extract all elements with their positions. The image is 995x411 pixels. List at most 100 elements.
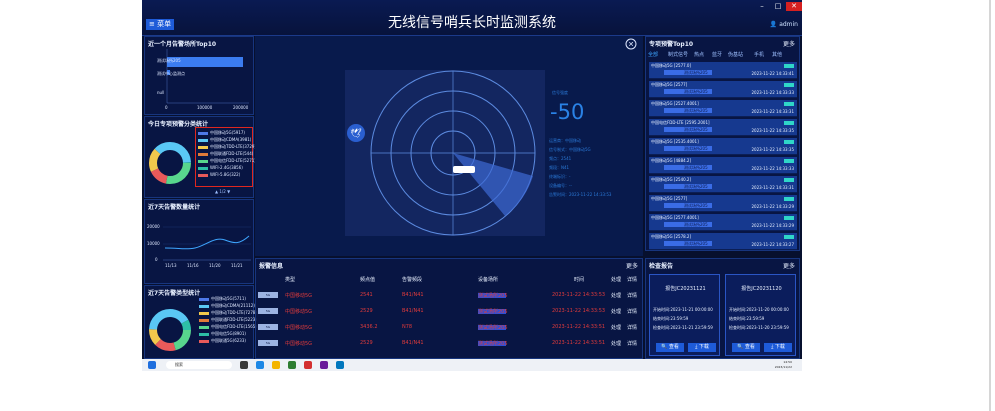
bar-label: 测试场所205: [157, 58, 181, 63]
search-icon: 🔍: [737, 344, 744, 350]
item-time: 2023-11-22 14:33:29: [751, 223, 794, 228]
radar-panel: 🕊 ✕ 信号强度 -50 运营商：中国移动 信号制式：中国移动5G 频点：2541 频…: [255, 36, 643, 256]
signal-strength-value: -50: [550, 100, 585, 124]
radar-info-line: 设备编号：--: [549, 183, 572, 188]
item-name: 中国移动5G [4884.2]: [651, 158, 692, 163]
legend-swatch: [199, 318, 209, 322]
series-line: [164, 235, 250, 250]
legend-label: 中国移动TDD-LTE(7278): [211, 310, 257, 315]
legend-swatch: [198, 166, 208, 170]
item-tag: 测试场所205: [684, 89, 708, 94]
legend-label: 中国电信FDD-LTE(1565): [211, 324, 257, 329]
item-tag: 测试场所205: [684, 222, 708, 227]
tab-0[interactable]: 全部: [648, 51, 658, 58]
folder-icon[interactable]: [272, 361, 280, 369]
view-label: 查看: [668, 344, 679, 350]
handle-link[interactable]: 处理: [611, 340, 621, 347]
legend-swatch: [198, 145, 208, 149]
item-time: 2023-11-22 14:33:41: [751, 71, 794, 76]
user-menu[interactable]: 👤 admin: [770, 21, 798, 28]
tab-1[interactable]: 制式信号: [668, 51, 688, 58]
handle-link[interactable]: 处理: [611, 308, 621, 315]
type-icon: 5G: [258, 292, 278, 298]
x-tick: 11/13: [165, 263, 177, 268]
cell-time: 2023-11-22 14:33:53: [552, 292, 606, 298]
cell-type: 中国移动5G: [285, 341, 313, 347]
week-types-panel: 近7天告警类型统计 中国移动5G(5711) 中国移动CDMA(21112) 中国移…: [144, 285, 257, 359]
app-icon[interactable]: [304, 361, 312, 369]
download-label: 下载: [774, 344, 785, 350]
taskbar-search[interactable]: 搜索: [166, 361, 232, 369]
list-item[interactable]: 中国移动5G [2535.4001] 测试场所205 2023-11-22 14:3…: [649, 138, 797, 155]
close-button[interactable]: ✕: [786, 2, 802, 11]
detail-link[interactable]: 详情: [627, 308, 637, 315]
legend-swatch: [198, 173, 208, 177]
legend-label: 中国电信5G(8901): [211, 331, 246, 336]
maximize-button[interactable]: □: [770, 2, 786, 11]
legend-highlight: [195, 127, 253, 187]
user-icon: 👤: [769, 21, 778, 28]
view-button[interactable]: 🔍 查看: [656, 343, 684, 352]
item-tag: 测试场所205: [684, 127, 708, 132]
list-item[interactable]: 中国移动5G [4884.2] 测试场所205 2023-11-22 14:33:3…: [649, 157, 797, 174]
handle-link[interactable]: 处理: [611, 324, 621, 331]
handle-link[interactable]: 处理: [611, 292, 621, 299]
week-trend-panel: 近7天告警数量统计 20000 10000 0 11/13 11/16 11/2…: [144, 199, 254, 284]
tab-5[interactable]: 手机: [754, 51, 764, 58]
report-card[interactable]: 报告JC20231120 开始时间:2023-11-20 00:00:00 结束…: [725, 274, 796, 356]
signal-icon: [784, 121, 794, 125]
legend-label: 中国移动CDMA(21112): [211, 303, 255, 308]
detail-link[interactable]: 详情: [627, 292, 637, 299]
download-icon: ⤓: [695, 344, 698, 350]
item-time: 2023-11-22 14:33:35: [751, 128, 794, 133]
legend-item: 中国联通FDD-LTE(544): [198, 151, 253, 157]
more-link[interactable]: 更多: [783, 39, 795, 48]
tab-2[interactable]: 热点: [694, 51, 704, 58]
detail-link[interactable]: 详情: [627, 340, 637, 347]
app-window: – □ ✕ ≡ 菜单 无线信号哨兵长时监测系统 👤 admin 近一个月告警场所…: [142, 0, 802, 371]
header-action: 处理: [611, 277, 622, 283]
minimize-button[interactable]: –: [754, 2, 770, 11]
report-check: 检查时间:2023-11-21 23:59:59: [653, 325, 713, 330]
bar-label: 测试中心监测点: [157, 71, 185, 76]
item-tag: 测试场所205: [684, 108, 708, 113]
type-icon: 5G: [258, 324, 278, 330]
legend-label: WIFI-5.8G(322): [210, 172, 241, 177]
tab-6[interactable]: 其他: [772, 51, 782, 58]
cell-band: B41/N41: [402, 292, 424, 298]
tab-3[interactable]: 蓝牙: [712, 51, 722, 58]
download-button[interactable]: ⤓ 下载: [764, 343, 792, 352]
report-card[interactable]: 报告JC20231121 开始时间:2023-11-21 00:00:00 结束…: [649, 274, 720, 356]
list-item[interactable]: 中国移动5G [2527.4001] 测试场所205 2023-11-22 14:3…: [649, 100, 797, 117]
list-item[interactable]: 中国移动5G [2577] 测试场所205 2023-11-22 14:33:33: [649, 81, 797, 98]
bar-label: null: [157, 90, 165, 95]
download-button[interactable]: ⤓ 下载: [688, 343, 716, 352]
taskview-icon[interactable]: [240, 361, 248, 369]
view-button[interactable]: 🔍 查看: [732, 343, 760, 352]
cell-time: 2023-11-22 14:33:51: [552, 324, 606, 330]
legend-label: 中国联通FDD-LTE(544): [210, 151, 254, 156]
edge-icon[interactable]: [256, 361, 264, 369]
app-icon[interactable]: [336, 361, 344, 369]
list-item[interactable]: 中国移动5G [2540.2] 测试场所205 2023-11-22 14:33:3…: [649, 176, 797, 193]
legend-swatch: [199, 297, 209, 301]
top10-month-panel: 近一个月告警场所Top10 测试场所205 测试中心监测点 null 0 100…: [144, 36, 254, 115]
today-donut-chart: [149, 142, 191, 184]
more-link[interactable]: 更多: [783, 261, 795, 270]
list-item[interactable]: 中国移动5G [2578.2] 测试场所205 2023-11-22 14:33:2…: [649, 233, 797, 250]
list-item[interactable]: 中国电信FDD-LTE [2595.2001] 测试场所205 2023-11-22…: [649, 119, 797, 136]
more-link[interactable]: 更多: [626, 261, 638, 270]
list-item[interactable]: 中国移动5G [2577.0] 测试场所205 2023-11-22 14:33:4…: [649, 62, 797, 79]
y-tick: 20000: [147, 224, 160, 229]
signal-icon: [784, 216, 794, 220]
app-icon[interactable]: [288, 361, 296, 369]
start-icon[interactable]: [148, 361, 156, 369]
list-item[interactable]: 中国移动5G [2577.4001] 测试场所205 2023-11-22 14:3…: [649, 214, 797, 231]
app-icon[interactable]: [320, 361, 328, 369]
legend-swatch: [199, 311, 209, 315]
list-item[interactable]: 中国移动5G [2577] 测试场所205 2023-11-22 14:33:29: [649, 195, 797, 212]
tab-4[interactable]: 伪基站: [728, 51, 743, 58]
legend-pager[interactable]: ▲ 1/2 ▼: [215, 189, 230, 194]
today-category-panel: 今日专项预警分类统计 中国移动5G(5917) 中国移动CDMA(3981) 中国移…: [144, 116, 256, 198]
detail-link[interactable]: 详情: [627, 324, 637, 331]
